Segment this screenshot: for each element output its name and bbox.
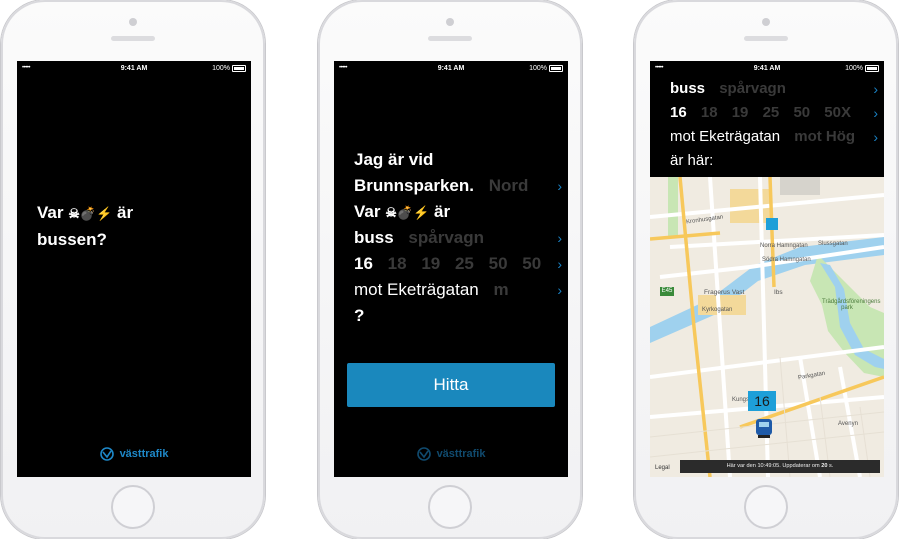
- legal-link[interactable]: Legal: [655, 465, 670, 471]
- battery: 100%: [212, 65, 246, 72]
- chevron-right-icon[interactable]: ›: [557, 277, 562, 303]
- question-row: Var ☠💣⚡ är: [354, 202, 451, 221]
- direction-picker[interactable]: mot Eketrägatan mot Hög ›: [670, 125, 884, 149]
- line-option[interactable]: 25: [763, 104, 780, 121]
- line-option[interactable]: 18: [701, 104, 718, 121]
- line-option[interactable]: 50: [489, 254, 508, 273]
- front-camera: [446, 18, 454, 26]
- battery: 100%: [845, 65, 879, 72]
- home-button[interactable]: [744, 485, 788, 529]
- line-option[interactable]: 18: [388, 254, 407, 273]
- phone-2: ••••• 9:41 AM 100% Jag är vid Brunnspark…: [318, 0, 582, 539]
- chevron-right-icon[interactable]: ›: [557, 251, 562, 277]
- logo-text: västtrafik: [436, 447, 486, 460]
- question: Var ☠💣⚡ är bussen?: [37, 200, 133, 253]
- line-selected: 16: [354, 254, 373, 273]
- question-prefix: Var: [37, 203, 64, 222]
- line-option[interactable]: 19: [421, 254, 440, 273]
- phone-1: ••••• 9:41 AM 100% Var ☠💣⚡ är bussen? vä…: [1, 0, 265, 539]
- phone-3: ••••• 9:41 AM 100% buss spårvagn › 16 18…: [634, 0, 898, 539]
- direction-picker[interactable]: mot Eketrägatan m ›: [354, 277, 568, 303]
- map-view[interactable]: Kronhusgatan Norra Hamngatan Södra Hamng…: [650, 177, 884, 477]
- front-camera: [762, 18, 770, 26]
- mode-selected: buss: [354, 228, 394, 247]
- line-option[interactable]: 50: [793, 104, 810, 121]
- earpiece: [428, 36, 472, 41]
- mode-option[interactable]: spårvagn: [719, 80, 786, 97]
- question-mark: ?: [354, 306, 365, 325]
- line-option[interactable]: 19: [732, 104, 749, 121]
- battery-percent: 100%: [529, 65, 547, 72]
- earpiece: [111, 36, 155, 41]
- mode-picker[interactable]: buss spårvagn ›: [354, 225, 568, 251]
- vasttrafik-logo: västtrafik: [17, 447, 251, 461]
- screen-1: ••••• 9:41 AM 100% Var ☠💣⚡ är bussen? vä…: [17, 61, 251, 477]
- line-intro: Jag är vid: [354, 150, 434, 169]
- map-label: Södra Hamngatan: [762, 257, 811, 263]
- mode-picker[interactable]: buss spårvagn ›: [670, 77, 884, 101]
- home-button[interactable]: [428, 485, 472, 529]
- vasttrafik-logo-icon: [416, 447, 431, 461]
- map-label: Trädgårdsföreningens park: [822, 299, 881, 311]
- hitta-button[interactable]: Hitta: [347, 363, 555, 407]
- here-label: är här:: [670, 152, 714, 169]
- map-label: Ibs: [774, 289, 783, 296]
- line-selected: 16: [670, 104, 687, 121]
- chevron-right-icon[interactable]: ›: [873, 101, 878, 125]
- question-icons: ☠💣⚡: [385, 205, 430, 220]
- direction-selected: mot Eketrägatan: [354, 280, 479, 299]
- status-bar: ••••• 9:41 AM 100%: [17, 61, 251, 77]
- line-option[interactable]: 50X: [824, 104, 851, 121]
- status-bar: ••••• 9:41 AM 100%: [650, 61, 884, 77]
- battery: 100%: [529, 65, 563, 72]
- vasttrafik-logo-icon: [99, 447, 114, 461]
- battery-icon: [232, 65, 246, 72]
- direction-option[interactable]: m: [493, 280, 508, 299]
- home-button[interactable]: [111, 485, 155, 529]
- battery-percent: 100%: [845, 65, 863, 72]
- battery-percent: 100%: [212, 65, 230, 72]
- front-camera: [129, 18, 137, 26]
- mode-option[interactable]: spårvagn: [408, 228, 484, 247]
- chevron-right-icon[interactable]: ›: [873, 77, 878, 101]
- here-label-row: är här:: [670, 149, 884, 173]
- map-label: Kyrkogatan: [702, 307, 733, 313]
- logo-text: västtrafik: [119, 447, 169, 460]
- line-option[interactable]: 50: [522, 254, 541, 273]
- map-label: Slussgatan: [818, 241, 848, 247]
- line-picker[interactable]: 16 18 19 25 50 50X ›: [670, 101, 884, 125]
- vasttrafik-logo: västtrafik: [334, 447, 568, 461]
- stop-picker[interactable]: Brunnsparken. Nord ›: [354, 173, 568, 199]
- line-option[interactable]: 25: [455, 254, 474, 273]
- line-picker[interactable]: 16 18 19 25 50 50 ›: [354, 251, 568, 277]
- map-label: Norra Hamngatan: [760, 243, 808, 249]
- battery-icon: [865, 65, 879, 72]
- question-line-1: Var ☠💣⚡ är: [37, 200, 133, 227]
- mode-selected: buss: [670, 80, 706, 97]
- screen-2: ••••• 9:41 AM 100% Jag är vid Brunnspark…: [334, 61, 568, 477]
- map-label: Avenyn: [838, 421, 858, 427]
- screen-3: ••••• 9:41 AM 100% buss spårvagn › 16 18…: [650, 61, 884, 477]
- earpiece: [744, 36, 788, 41]
- battery-icon: [549, 65, 563, 72]
- map-label: E45: [661, 288, 673, 294]
- direction-selected: mot Eketrägatan: [670, 128, 781, 145]
- direction-option[interactable]: mot Hög: [794, 128, 855, 145]
- question-icons: ☠💣⚡: [68, 206, 113, 221]
- update-footer: Här var den 10:49:05. Uppdaterar om 20 s…: [680, 460, 880, 473]
- chevron-right-icon[interactable]: ›: [557, 225, 562, 251]
- chevron-right-icon[interactable]: ›: [557, 173, 562, 199]
- stop-selected: Brunnsparken.: [354, 176, 474, 195]
- question-line-2: bussen?: [37, 230, 107, 249]
- status-bar: ••••• 9:41 AM 100%: [334, 61, 568, 77]
- question-suffix: är: [116, 203, 134, 222]
- chevron-right-icon[interactable]: ›: [873, 125, 878, 149]
- bus-number-marker[interactable]: 16: [748, 391, 776, 411]
- bus-icon: [756, 419, 772, 438]
- map-label: Fragerus Vast: [704, 289, 745, 296]
- stop-next[interactable]: Nord: [489, 176, 529, 195]
